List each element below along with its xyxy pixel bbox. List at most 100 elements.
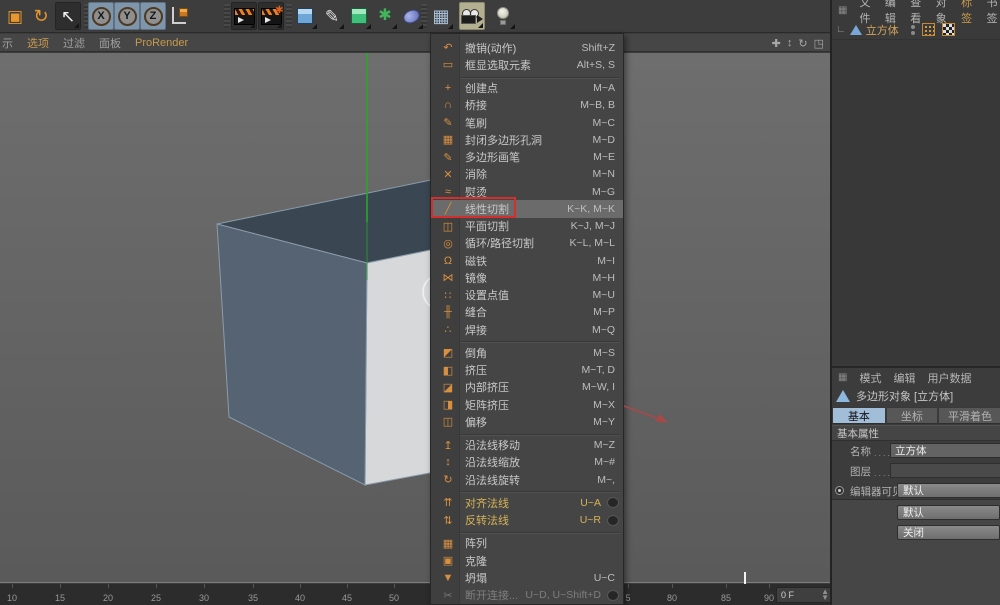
menu-item-对齐法线[interactable]: ⇈对齐法线U~A <box>431 494 623 511</box>
attribute-field-名称[interactable]: 立方体 <box>890 443 1000 458</box>
menu-item-线性切割[interactable]: ╱线性切割K~K, M~K <box>431 200 623 217</box>
timeline-ruler[interactable]: 1015202530354045505808590 <box>0 584 830 605</box>
timeline-caret[interactable] <box>744 572 746 584</box>
menu-item-偏移[interactable]: ◫偏移M~Y <box>431 413 623 430</box>
om-menu-书签[interactable]: 书签 <box>987 0 1000 26</box>
z-axis-lock-button[interactable]: Z <box>140 2 166 30</box>
viewport-menu-过滤[interactable]: 过滤 <box>63 35 85 51</box>
menu-item-沿法线缩放[interactable]: ↕沿法线缩放M~# <box>431 454 623 471</box>
render-settings-button[interactable]: ✱ <box>258 2 284 30</box>
light-button[interactable] <box>490 2 516 30</box>
menu-item-矩阵挤压[interactable]: ◨矩阵挤压M~X <box>431 396 623 413</box>
bevel-icon: ◩ <box>437 346 459 359</box>
texture-checker-tag-icon[interactable] <box>942 23 955 36</box>
camera-button[interactable] <box>459 2 485 30</box>
menu-item-克隆[interactable]: ▣克隆 <box>431 552 623 569</box>
tab-基本[interactable]: 基本 <box>832 407 886 424</box>
options-gear-icon[interactable] <box>607 515 619 526</box>
viewport-menu-ProRender[interactable]: ProRender <box>135 37 188 49</box>
menu-item-磁铁[interactable]: Ω磁铁M~I <box>431 252 623 269</box>
menu-item-内部挤压[interactable]: ◪内部挤压M~W, I <box>431 379 623 396</box>
rotate-tool-icon[interactable]: ↻ <box>28 2 54 30</box>
attribute-dropdown-关闭[interactable]: 关闭 <box>897 525 1000 540</box>
menu-item-设置点值[interactable]: ∷设置点值M~U <box>431 287 623 304</box>
menu-item-阵列[interactable]: ▦阵列 <box>431 535 623 552</box>
menu-item-label: 沿法线移动 <box>459 437 520 453</box>
viewport-menu-示[interactable]: 示 <box>2 35 13 51</box>
menu-item-框显选取元素[interactable]: ▭框显选取元素Alt+S, S <box>431 56 623 73</box>
tab-平滑着色[interactable]: 平滑着色 <box>938 407 1000 424</box>
options-gear-icon[interactable] <box>607 497 619 508</box>
menu-item-shortcut: K~J, M~J <box>571 220 623 232</box>
flyout-corner <box>339 24 344 29</box>
floor-environment-button[interactable]: ▦ <box>428 2 454 30</box>
attribute-field-图层[interactable] <box>890 463 1000 478</box>
am-menu-模式[interactable]: 模式 <box>859 370 881 386</box>
modeling-generator-button[interactable]: ✱ <box>372 2 398 30</box>
selection-tag-icon[interactable] <box>922 23 935 36</box>
object-manager-empty-area[interactable] <box>832 39 1000 364</box>
menu-item-封闭多边形孔洞[interactable]: ▦封闭多边形孔洞M~D <box>431 131 623 148</box>
render-view-button[interactable] <box>231 2 257 30</box>
zoom-view-icon[interactable]: ↕ <box>787 37 793 49</box>
menu-item-沿法线移动[interactable]: ↥沿法线移动M~Z <box>431 437 623 454</box>
menu-item-平面切割[interactable]: ◫平面切割K~J, M~J <box>431 218 623 235</box>
add-cube-primitive-button[interactable] <box>292 2 318 30</box>
menu-item-反转法线[interactable]: ⇅反转法线U~R <box>431 512 623 529</box>
tab-坐标[interactable]: 坐标 <box>886 407 938 424</box>
menu-item-shortcut: U~C <box>594 572 623 584</box>
menu-item-倒角[interactable]: ◩倒角M~S <box>431 344 623 361</box>
coordinate-system-icon[interactable] <box>166 2 192 30</box>
subdivision-surface-button[interactable] <box>346 2 372 30</box>
menu-item-循环/路径切割[interactable]: ◎循环/路径切割K~L, M~L <box>431 235 623 252</box>
menu-item-桥接[interactable]: ∩桥接M~B, B <box>431 97 623 114</box>
right-panel: ▦文件编辑查看对象标签书签 ∟立方体 ▦模式编辑用户数据 多边形对象 [立方体]… <box>830 0 1000 605</box>
menu-item-shortcut: M~Q <box>592 324 623 336</box>
extrude-icon: ◧ <box>437 364 459 377</box>
menu-item-挤压[interactable]: ◧挤压M~T, D <box>431 362 623 379</box>
viewport[interactable] <box>0 53 830 583</box>
attribute-dropdown-默认[interactable]: 默认 <box>897 505 1000 520</box>
menu-item-焊接[interactable]: ∴焊接M~Q <box>431 321 623 338</box>
menu-item-缝合[interactable]: ╫缝合M~P <box>431 304 623 321</box>
menu-item-镜像[interactable]: ⋈镜像M~H <box>431 269 623 286</box>
menu-item-笔刷[interactable]: ✎笔刷M~C <box>431 114 623 131</box>
inner-extrude-icon: ◪ <box>437 381 459 394</box>
keyframe-radio[interactable] <box>835 486 844 495</box>
rotate-view-icon[interactable]: ↻ <box>798 37 807 50</box>
menu-item-坍塌[interactable]: ▼坍塌U~C <box>431 569 623 586</box>
object-name-label[interactable]: 立方体 <box>866 22 899 38</box>
menu-item-撤销(动作)[interactable]: ↶撤销(动作)Shift+Z <box>431 39 623 56</box>
panel-grid-icon[interactable]: ▦ <box>838 372 847 383</box>
menu-item-熨烫[interactable]: ≈熨烫M~G <box>431 183 623 200</box>
am-menu-用户数据[interactable]: 用户数据 <box>927 370 971 386</box>
ruler-number-40: 40 <box>295 593 305 603</box>
toggle-view-icon[interactable]: ◳ <box>814 37 824 50</box>
flyout-corner <box>277 23 282 28</box>
attribute-title-label: 多边形对象 [立方体] <box>856 388 953 404</box>
scale-tool-icon[interactable]: ▣ <box>2 2 28 30</box>
frame-spinner[interactable]: ▲▼ <box>821 589 829 602</box>
pan-view-icon[interactable]: ✚ <box>772 37 781 50</box>
menu-item-多边形画笔[interactable]: ✎多边形画笔M~E <box>431 149 623 166</box>
menu-item-label: 设置点值 <box>459 287 509 303</box>
spline-pen-button[interactable]: ✎ <box>319 2 345 30</box>
visibility-dots[interactable] <box>911 25 915 35</box>
viewport-menu-面板[interactable]: 面板 <box>99 35 121 51</box>
viewport-menu-选项[interactable]: 选项 <box>27 35 49 51</box>
menu-item-label: 内部挤压 <box>459 379 509 395</box>
current-frame-field[interactable]: 0 F ▲▼ <box>776 587 834 603</box>
attribute-field-编辑器可见[interactable]: 默认 <box>897 483 1000 498</box>
om-menu-标签[interactable]: 标签 <box>961 0 974 26</box>
x-axis-lock-button[interactable]: X <box>88 2 114 30</box>
y-axis-lock-button[interactable]: Y <box>114 2 140 30</box>
panel-grid-icon[interactable]: ▦ <box>838 5 847 16</box>
am-menu-编辑[interactable]: 编辑 <box>893 370 915 386</box>
deformer-button[interactable] <box>398 2 424 30</box>
menu-item-消除[interactable]: ✕消除M~N <box>431 166 623 183</box>
options-gear-icon[interactable] <box>607 590 619 601</box>
cube-object-icon[interactable] <box>850 25 862 35</box>
live-selection-icon[interactable]: ↖ <box>55 2 81 30</box>
menu-item-沿法线旋转[interactable]: ↻沿法线旋转M~, <box>431 471 623 488</box>
menu-item-创建点[interactable]: +创建点M~A <box>431 80 623 97</box>
